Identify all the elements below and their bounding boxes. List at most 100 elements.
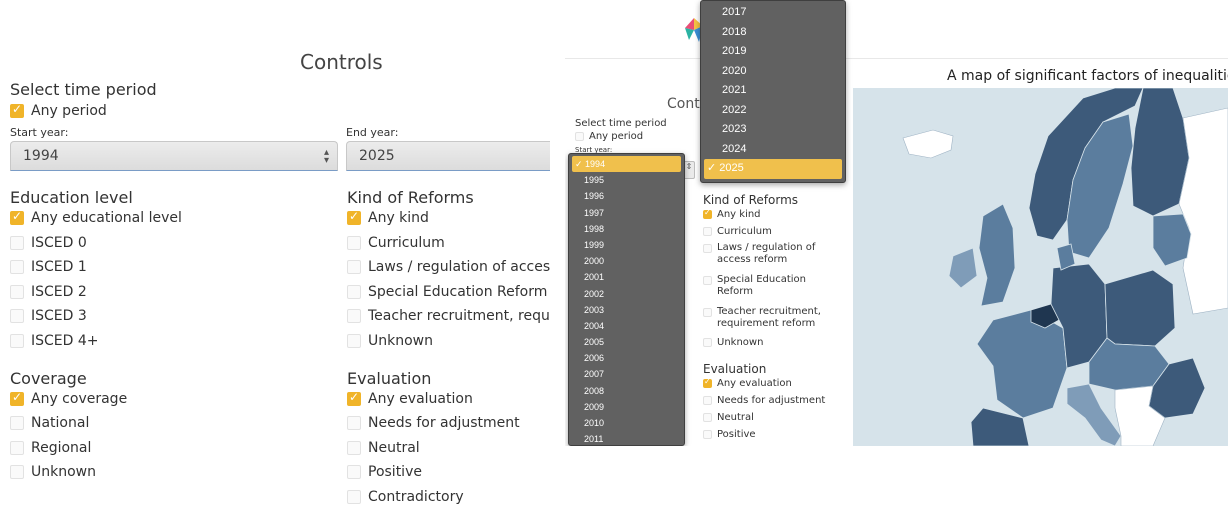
start-year-select[interactable]: 1994 ▴ ▾ [10,141,338,171]
reform-option[interactable]: Special Education Reform [703,274,833,298]
evaluation-option[interactable]: Needs for adjustment [347,413,520,433]
coverage-option[interactable]: Regional [10,438,91,458]
education-option[interactable]: Any educational level [10,208,182,228]
reform-option[interactable]: Curriculum [347,233,445,253]
evaluation-option[interactable]: Positive [347,462,422,482]
checkbox-icon [347,260,361,274]
coverage-option[interactable]: Any coverage [10,389,127,409]
checkbox-checked-icon [10,390,24,406]
coverage-option[interactable]: Unknown [10,462,96,482]
reform-option-label: Special Education Reform [368,284,548,300]
evaluation-option[interactable]: Neutral [347,438,420,458]
any-period-checkbox[interactable]: Any period [575,131,643,142]
year-option[interactable]: 2023 [704,120,842,140]
year-option[interactable]: 2000 [572,253,681,269]
year-option[interactable]: 1998 [572,221,681,237]
year-option[interactable]: 2002 [572,286,681,302]
year-option[interactable]: 1995 [572,172,681,188]
reform-option[interactable]: Curriculum [703,226,772,237]
reform-option[interactable]: Laws / regulation of access [347,257,550,277]
country-poland[interactable] [1104,269,1176,347]
end-year-select[interactable]: 2025 [346,141,550,171]
year-option[interactable]: 2009 [572,399,681,415]
year-option-label: 2025 [719,162,744,174]
reforms-heading: Kind of Reforms [347,188,474,207]
country-nonmember-east[interactable] [1178,107,1228,315]
evaluation-option[interactable]: Contradictory [347,487,464,507]
education-option[interactable]: ISCED 3 [10,306,87,326]
reform-option[interactable]: Special Education Reform [347,282,547,302]
evaluation-option-label: Needs for adjustment [368,415,520,431]
reform-option[interactable]: Any kind [703,208,761,220]
any-period-checkbox[interactable]: Any period [10,101,107,121]
start-year-dropdown[interactable]: ✓ 1994 1995 1996 1997 1998 1999 2000 2001 2002 20… [568,153,685,446]
year-option[interactable]: 2022 [704,101,842,121]
reform-option[interactable]: Unknown [703,337,763,348]
education-option[interactable]: ISCED 0 [10,233,87,253]
evaluation-option-label: Positive [717,429,756,440]
checkbox-icon [347,334,361,348]
year-option[interactable]: 2006 [572,350,681,366]
year-option[interactable]: 1997 [572,205,681,221]
app-screenshot-panel: A map of significant factors of inequali… [565,0,1228,446]
year-option[interactable]: 2021 [704,81,842,101]
checkbox-icon [703,308,712,317]
reform-option[interactable]: Laws / regulation of access reform [703,242,833,266]
education-option[interactable]: ISCED 2 [10,282,87,302]
europe-map[interactable] [853,88,1228,446]
checkbox-icon [703,227,712,236]
year-option[interactable]: 2008 [572,383,681,399]
year-option[interactable]: 2024 [704,140,842,160]
year-option[interactable]: 2001 [572,269,681,285]
coverage-option[interactable]: National [10,413,89,433]
evaluation-option[interactable]: Positive [703,429,756,440]
evaluation-option[interactable]: Neutral [703,412,754,423]
year-option[interactable]: 2005 [572,334,681,350]
education-option[interactable]: ISCED 1 [10,257,87,277]
year-option[interactable]: 1999 [572,237,681,253]
checkbox-icon [10,236,24,250]
evaluation-option[interactable]: Any evaluation [703,377,792,389]
year-option[interactable]: 2003 [572,302,681,318]
year-option-label: 2024 [722,142,747,155]
year-option[interactable]: 2007 [572,366,681,382]
year-option[interactable]: 2020 [704,62,842,82]
controls-title: Controls [300,50,383,74]
year-option[interactable]: ✓ 2025 [704,159,842,179]
year-option[interactable]: 2019 [704,42,842,62]
evaluation-option[interactable]: Any evaluation [347,389,473,409]
education-option-label: Any educational level [31,210,182,226]
reform-option[interactable]: Unknown [347,331,433,351]
year-option[interactable]: ✓ 1994 [572,156,681,173]
checkbox-icon [703,396,712,405]
evaluation-option-label: Neutral [717,412,754,423]
reform-option[interactable]: Any kind [347,208,429,228]
select-arrows-icon: ⇕ [685,162,693,171]
year-option-label: 2010 [584,418,605,428]
evaluation-option-label: Any evaluation [717,378,792,389]
year-option-label: 2008 [584,385,605,396]
reform-option-label: Laws / regulation of access reform [717,242,816,265]
education-option[interactable]: ISCED 4+ [10,331,99,351]
year-option[interactable]: 2010 [572,415,681,431]
reform-option[interactable]: Teacher recruitment, requ [347,306,550,326]
year-option[interactable]: 2017 [704,3,842,23]
end-year-value: 2025 [359,148,395,164]
reform-option-label: Any kind [368,210,429,226]
year-option[interactable]: 2018 [704,23,842,43]
year-option[interactable]: 1996 [572,188,681,204]
select-arrows-icon: ▴ ▾ [323,147,329,166]
checkbox-icon [347,441,361,455]
year-option[interactable]: 2004 [572,318,681,334]
time-period-heading: Select time period [575,118,667,129]
year-option-label: 2009 [584,401,605,412]
checkbox-checked-icon [703,208,712,219]
reform-option-label: Teacher recruitment, requirement reform [717,306,821,329]
year-option[interactable]: 2011 [572,431,681,445]
end-year-dropdown[interactable]: 2017 2018 2019 2020 2021 2022 2023 2024 ✓ 2025 [700,0,846,183]
checkbox-icon [10,285,24,299]
evaluation-option[interactable]: Needs for adjustment [703,395,825,406]
evaluation-heading: Evaluation [347,369,432,388]
coverage-option-label: Any coverage [31,391,128,407]
reform-option[interactable]: Teacher recruitment, requirement reform [703,306,833,330]
